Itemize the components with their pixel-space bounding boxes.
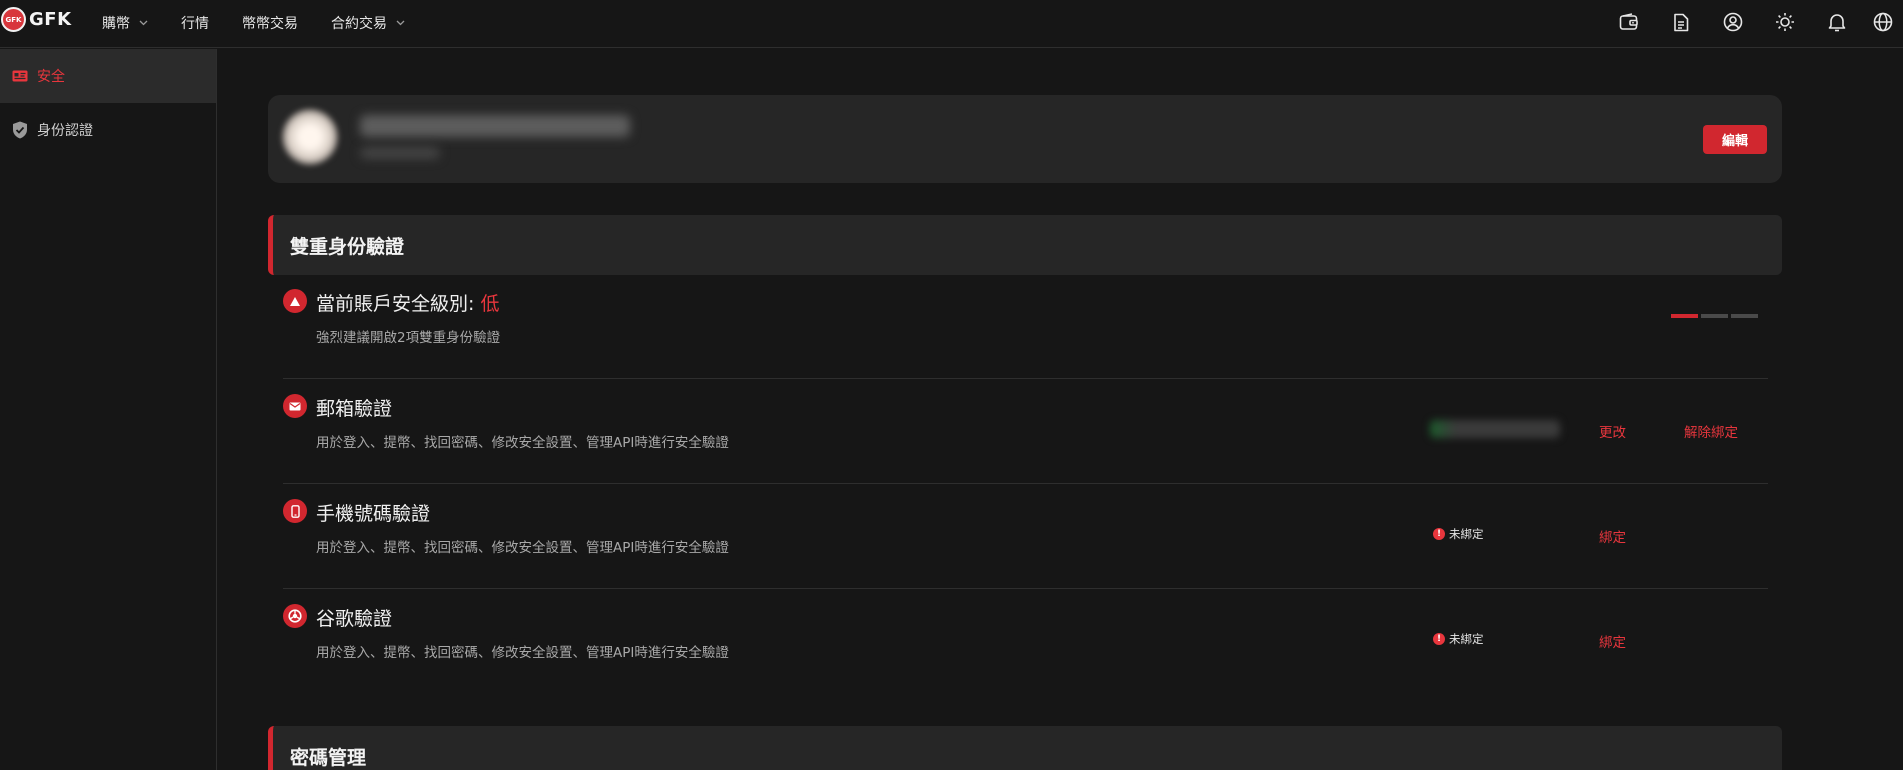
google-authenticator-icon (283, 604, 307, 628)
section-title: 雙重身份驗證 (290, 235, 405, 258)
nav-item-label: 幣幣交易 (242, 16, 298, 32)
level-bar (1671, 314, 1698, 318)
security-level-meter (1668, 314, 1758, 318)
section-title: 密碼管理 (290, 747, 367, 769)
avatar (282, 109, 338, 165)
chevron-down-icon (396, 20, 405, 26)
header-tools (1603, 10, 1903, 34)
edit-profile-button[interactable]: 編輯 (1703, 125, 1767, 154)
security-level-title: 當前賬戶安全級別: 低 (316, 289, 499, 316)
account-icon[interactable] (1707, 10, 1759, 34)
google-verification-row: 谷歌驗證 用於登入、提幣、找回密碼、修改安全設置、管理API時進行安全驗證 ! … (283, 589, 1768, 694)
nav-item-markets[interactable]: 行情 (181, 13, 209, 33)
google-status: ! 未綁定 (1433, 631, 1484, 647)
logo-text: GFK (29, 9, 72, 30)
security-level-label: 當前賬戶安全級別: (316, 293, 481, 315)
logo[interactable]: GFK GFK (0, 7, 72, 32)
nav-item-futures-trading[interactable]: 合約交易 (331, 13, 405, 33)
language-globe-icon[interactable] (1863, 10, 1903, 34)
nav-item-spot-trading[interactable]: 幣幣交易 (242, 13, 298, 33)
phone-status: ! 未綁定 (1433, 526, 1484, 542)
sidebar-item-identity-verification[interactable]: 身份認證 (0, 103, 216, 157)
security-level-row: 當前賬戶安全級別: 低 強烈建議開啟2項雙重身份驗證 (283, 274, 1768, 379)
main-nav: 購幣 行情 幣幣交易 合約交易 (102, 13, 438, 33)
nav-item-buy-crypto[interactable]: 購幣 (102, 13, 148, 33)
phone-verification-title: 手機號碼驗證 (316, 503, 431, 525)
id-card-icon (12, 70, 28, 82)
top-navigation-bar: GFK GFK 購幣 行情 幣幣交易 合約交易 (0, 0, 1903, 48)
sidebar-item-security[interactable]: 安全 (0, 49, 216, 103)
level-bar (1731, 314, 1758, 318)
bind-google-link[interactable]: 綁定 (1599, 631, 1626, 651)
wallet-icon[interactable] (1603, 10, 1655, 34)
logo-mark: GFK (1, 7, 26, 32)
status-text: 未綁定 (1449, 632, 1484, 646)
email-verification-title: 郵箱驗證 (316, 398, 393, 420)
chevron-down-icon (139, 20, 148, 26)
sidebar-item-label: 身份認證 (37, 123, 93, 139)
status-text: 未綁定 (1449, 527, 1484, 541)
bind-phone-link[interactable]: 綁定 (1599, 526, 1626, 546)
nav-item-label: 購幣 (102, 16, 130, 32)
sidebar: 安全 身份認證 (0, 49, 217, 770)
email-verification-description: 用於登入、提幣、找回密碼、修改安全設置、管理API時進行安全驗證 (316, 435, 729, 451)
profile-email-redacted (360, 115, 630, 137)
document-icon[interactable] (1655, 10, 1707, 34)
change-email-link[interactable]: 更改 (1599, 421, 1626, 441)
google-verification-title: 谷歌驗證 (316, 608, 393, 630)
alert-icon: ! (1433, 633, 1445, 645)
google-verification-description: 用於登入、提幣、找回密碼、修改安全設置、管理API時進行安全驗證 (316, 645, 729, 661)
nav-item-label: 合約交易 (331, 16, 387, 32)
alert-icon: ! (1433, 528, 1445, 540)
security-level-value: 低 (480, 293, 500, 315)
section-header-two-factor: 雙重身份驗證 (268, 215, 1782, 275)
unbind-email-link[interactable]: 解除綁定 (1684, 421, 1738, 441)
envelope-icon (283, 394, 307, 418)
mobile-phone-icon (283, 499, 307, 523)
phone-verification-row: 手機號碼驗證 用於登入、提幣、找回密碼、修改安全設置、管理API時進行安全驗證 … (283, 484, 1768, 589)
nav-item-label: 行情 (181, 16, 209, 32)
phone-verification-description: 用於登入、提幣、找回密碼、修改安全設置、管理API時進行安全驗證 (316, 540, 729, 556)
level-bar (1701, 314, 1728, 318)
section-header-password: 密碼管理 (268, 726, 1782, 770)
sidebar-item-label: 安全 (37, 69, 65, 85)
profile-card: 編輯 (268, 95, 1782, 183)
profile-uid-redacted (360, 147, 440, 159)
security-level-description: 強烈建議開啟2項雙重身份驗證 (316, 330, 501, 346)
email-verification-row: 郵箱驗證 用於登入、提幣、找回密碼、修改安全設置、管理API時進行安全驗證 更改… (283, 379, 1768, 484)
shield-check-icon (12, 121, 28, 139)
bound-email-redacted (1430, 420, 1560, 438)
theme-sun-icon[interactable] (1759, 10, 1811, 34)
warning-triangle-icon (283, 289, 307, 313)
notification-bell-icon[interactable] (1811, 10, 1863, 34)
